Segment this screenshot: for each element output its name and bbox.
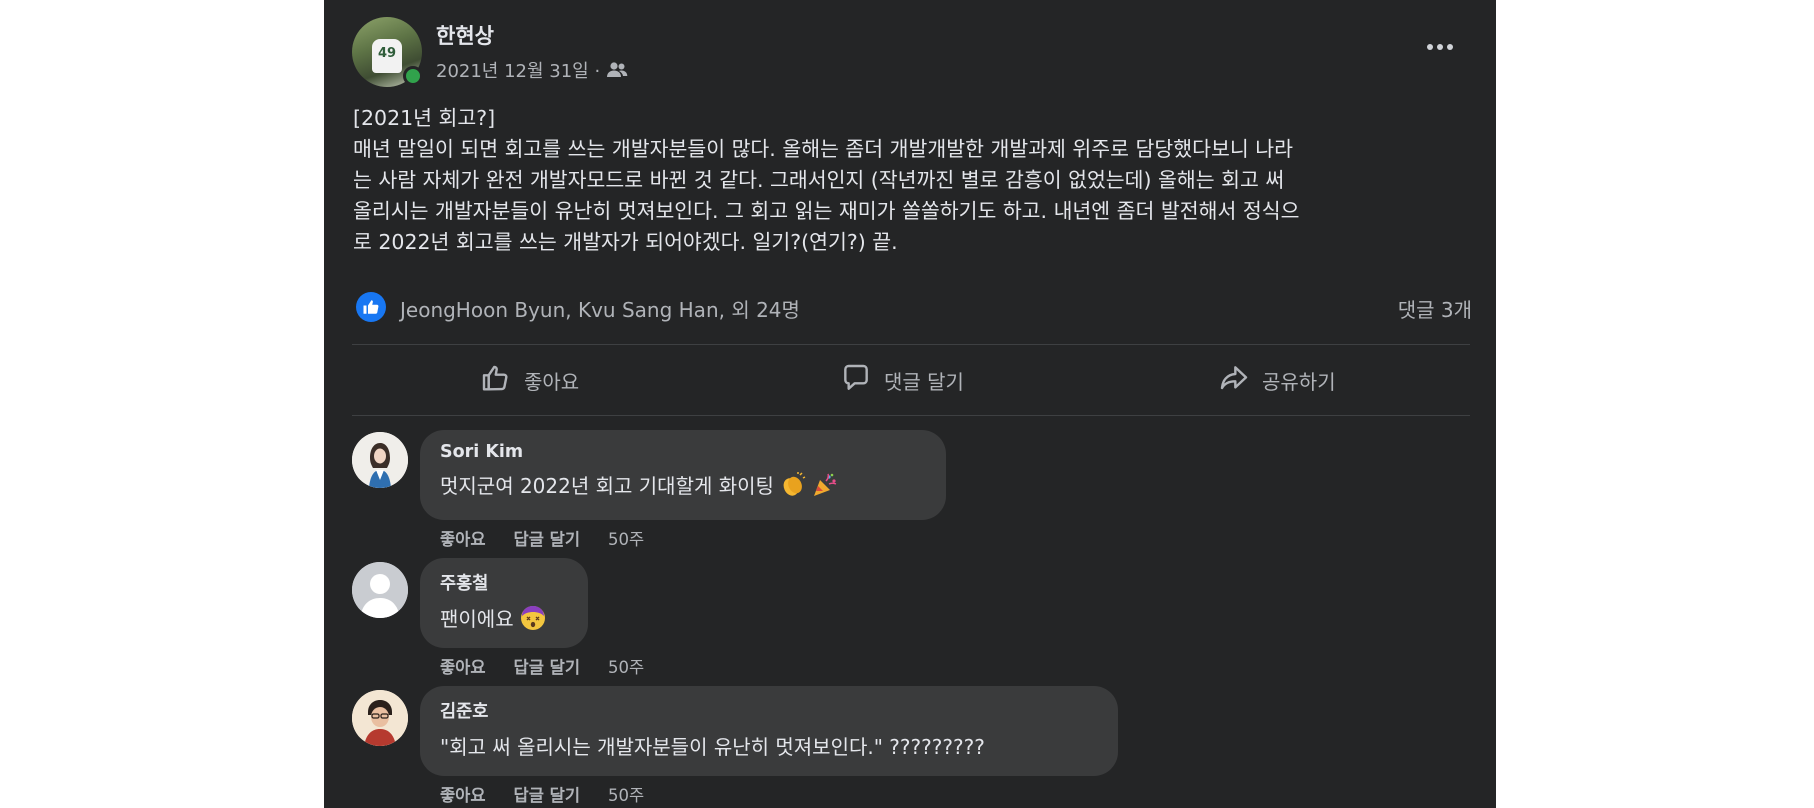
dizzy-face-emoji [520,605,546,631]
comment-text-row: 멋지군여 2022년 회고 기대할게 화이팅 [440,470,928,499]
more-options-icon[interactable] [1420,32,1460,62]
comment-bubble: Sori Kim 멋지군여 2022년 회고 기대할게 화이팅 [420,430,946,520]
like-reaction-icon[interactable] [356,292,386,322]
author-name[interactable]: 한현상 [436,20,494,50]
divider [352,344,1470,345]
comment-text-row: 팬이에요 [440,603,570,632]
comment-text: 멋지군여 2022년 회고 기대할게 화이팅 [440,474,774,498]
post-card: 49 한현상 2021년 12월 31일 · [2021년 회고?] 매년 말일… [324,0,1496,808]
share-arrow-icon [1218,362,1250,399]
comment-reply-link[interactable]: 답글 달기 [514,526,580,550]
post-body-line: 올리시는 개발자분들이 유난히 멋져보인다. 그 회고 읽는 재미가 쏠쏠하기도… [353,199,1300,223]
jersey-number-image: 49 [372,39,402,73]
comment-like-link[interactable]: 좋아요 [440,654,486,678]
commenter-avatar-default[interactable] [352,562,408,618]
commenter-name[interactable]: 김준호 [440,698,1100,723]
clapping-hands-emoji [780,471,806,498]
comment-button[interactable]: 댓글 달기 [840,360,964,400]
party-popper-emoji [812,472,838,498]
comment-actions: 좋아요 답글 달기 50주 [440,782,644,806]
comment-timestamp[interactable]: 50주 [608,782,644,806]
post-body-line: 로 2022년 회고를 쓰는 개발자가 되어야겠다. 일기?(연기?) 끝. [353,230,898,254]
like-button[interactable]: 좋아요 [480,360,579,400]
post-body: [2021년 회고?] 매년 말일이 되면 회고를 쓰는 개발자분들이 많다. … [353,103,1473,258]
comment-text: 팬이에요 [440,607,514,631]
comment-count[interactable]: 댓글 3개 [1398,294,1472,323]
comment-button-label: 댓글 달기 [884,369,964,394]
post-body-line: 는 사람 자체가 완전 개발자모드로 바뀐 것 같다. 그래서인지 (작년까진 … [353,168,1285,192]
comment-like-link[interactable]: 좋아요 [440,526,486,550]
comment-text-row: "회고 써 올리시는 개발자분들이 유난히 멋져보인다." ????????? [440,731,1100,760]
post-body-line: [2021년 회고?] [353,106,496,130]
divider [352,415,1470,416]
comment-text: "회고 써 올리시는 개발자분들이 유난히 멋져보인다." ????????? [440,735,985,759]
comment-reply-link[interactable]: 답글 달기 [514,782,580,806]
comment-actions: 좋아요 답글 달기 50주 [440,526,644,550]
commenter-avatar[interactable] [352,690,408,746]
friends-icon[interactable] [606,61,628,79]
post-meta: 2021년 12월 31일 · [436,57,628,83]
comment-actions: 좋아요 답글 달기 50주 [440,654,644,678]
comment-like-link[interactable]: 좋아요 [440,782,486,806]
commenter-name[interactable]: Sori Kim [440,442,928,462]
post-body-line: 매년 말일이 되면 회고를 쓰는 개발자분들이 많다. 올해는 좀더 개발개발한… [353,137,1293,161]
comment-reply-link[interactable]: 답글 달기 [514,654,580,678]
comment-timestamp[interactable]: 50주 [608,526,644,550]
commenter-avatar[interactable] [352,432,408,488]
online-status-indicator [403,66,423,86]
reactors-list[interactable]: JeongHoon Byun, Kvu Sang Han, 외 24명 [400,294,800,323]
comment-bubble: 김준호 "회고 써 올리시는 개발자분들이 유난히 멋져보인다." ??????… [420,686,1118,776]
share-button-label: 공유하기 [1262,369,1336,394]
comment-bubble-icon [840,362,872,399]
commenter-name[interactable]: 주홍철 [440,570,570,595]
thumbs-up-icon [480,362,512,399]
like-button-label: 좋아요 [524,369,580,394]
comment-timestamp[interactable]: 50주 [608,654,644,678]
share-button[interactable]: 공유하기 [1218,360,1336,400]
comment-bubble: 주홍철 팬이에요 [420,558,588,648]
post-date[interactable]: 2021년 12월 31일 · [436,57,600,83]
